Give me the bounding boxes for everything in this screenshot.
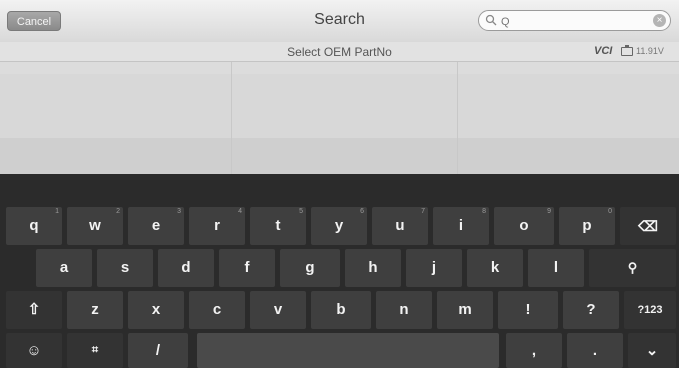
shift-icon[interactable]: ⇧: [6, 291, 62, 329]
key-a[interactable]: a: [36, 249, 92, 287]
space-key[interactable]: [197, 333, 499, 368]
key-p[interactable]: p0: [559, 207, 615, 245]
search-input[interactable]: [499, 13, 653, 30]
key-q[interactable]: q1: [6, 207, 62, 245]
voltage-readout: 11.91V: [636, 46, 664, 56]
emoji-icon[interactable]: ☺: [6, 333, 62, 368]
key-exclamation[interactable]: !: [498, 291, 558, 329]
vci-status-icon: VCI: [594, 45, 613, 57]
key-x[interactable]: x: [128, 291, 184, 329]
search-icon: [485, 14, 497, 26]
search-box[interactable]: ×: [478, 10, 671, 31]
cancel-button[interactable]: Cancel: [7, 11, 61, 31]
battery-icon: [621, 45, 633, 56]
key-h[interactable]: h: [345, 249, 401, 287]
key-e[interactable]: e3: [128, 207, 184, 245]
onscreen-keyboard: q1 w2 e3 r4 t5 y6 u7 i8 o9 p0 ⌫ a s d f …: [0, 174, 679, 368]
top-bar: Cancel Search ×: [0, 0, 679, 42]
key-b[interactable]: b: [311, 291, 371, 329]
key-z[interactable]: z: [67, 291, 123, 329]
key-g[interactable]: g: [280, 249, 340, 287]
sub-header: Select OEM PartNo VCI 11.91V: [0, 42, 679, 62]
key-n[interactable]: n: [376, 291, 432, 329]
key-i[interactable]: i8: [433, 207, 489, 245]
key-u[interactable]: u7: [372, 207, 428, 245]
key-t[interactable]: t5: [250, 207, 306, 245]
key-f[interactable]: f: [219, 249, 275, 287]
grid-column: [0, 62, 232, 174]
key-comma[interactable]: ,: [506, 333, 562, 368]
key-m[interactable]: m: [437, 291, 493, 329]
backspace-icon[interactable]: ⌫: [620, 207, 676, 245]
key-y[interactable]: y6: [311, 207, 367, 245]
key-w[interactable]: w2: [67, 207, 123, 245]
key-c[interactable]: c: [189, 291, 245, 329]
key-j[interactable]: j: [406, 249, 462, 287]
symbols-key[interactable]: ?123: [624, 291, 676, 329]
key-v[interactable]: v: [250, 291, 306, 329]
key-o[interactable]: o9: [494, 207, 554, 245]
key-k[interactable]: k: [467, 249, 523, 287]
clear-search-icon[interactable]: ×: [653, 14, 666, 27]
subtitle: Select OEM PartNo: [287, 45, 392, 59]
hide-keyboard-icon[interactable]: ⌄: [628, 333, 676, 368]
key-slash[interactable]: /: [128, 333, 188, 368]
key-period[interactable]: .: [567, 333, 623, 368]
key-question[interactable]: ?: [563, 291, 619, 329]
key-r[interactable]: r4: [189, 207, 245, 245]
key-l[interactable]: l: [528, 249, 584, 287]
grid-column: [458, 62, 679, 174]
key-d[interactable]: d: [158, 249, 214, 287]
search-key-icon[interactable]: ⚲: [589, 249, 676, 287]
language-icon[interactable]: ⌗: [67, 333, 123, 368]
key-s[interactable]: s: [97, 249, 153, 287]
grid-column: [232, 62, 458, 174]
results-grid: [0, 62, 679, 174]
